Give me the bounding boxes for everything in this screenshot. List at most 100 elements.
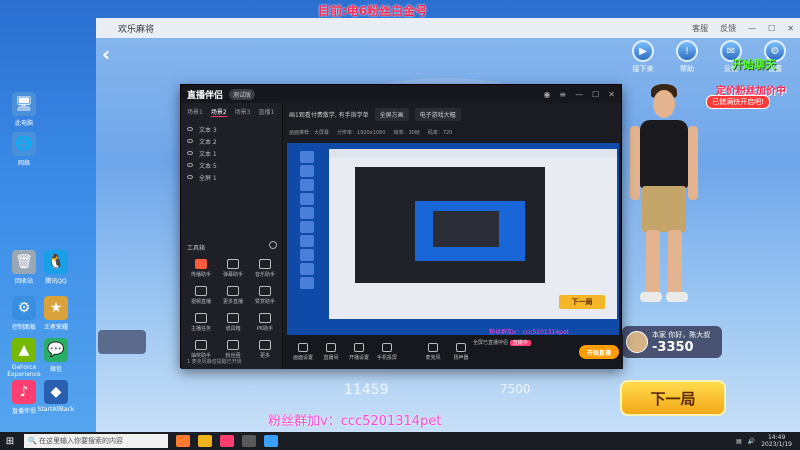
minimize-icon[interactable]: — (748, 24, 756, 33)
minimize-icon[interactable]: — (575, 90, 583, 99)
speaker-button[interactable]: 扬声器 (447, 343, 475, 361)
score-left: 11459 (344, 382, 389, 398)
taskbar-app-folder[interactable] (198, 435, 212, 447)
maximize-icon[interactable]: ☐ (768, 24, 775, 33)
toolbox-title: 工具箱 (187, 245, 206, 252)
desktop-icon-game[interactable]: ★ 王者荣耀 (36, 296, 76, 331)
settings-icon (354, 343, 364, 352)
taskbar-app-live[interactable] (220, 435, 234, 447)
next-button[interactable]: ▶ 接下来 (628, 40, 658, 74)
tool-icon (195, 313, 207, 323)
network-icon: 🌐 (12, 132, 36, 156)
phone-cast-button[interactable]: 手机投屏 (373, 343, 401, 361)
feedback-link[interactable]: 反馈 (720, 23, 736, 34)
stream-status: 全屏已直播伴侣 直播中 (473, 339, 531, 346)
taskbar-app-game[interactable] (176, 435, 190, 447)
tool-item[interactable]: PK助手 (249, 313, 281, 332)
stream-sidebar: 场景1 场景2 场景3 直播1 文本 3 文本 2 文本 1 文本 5 全屏 1… (181, 103, 283, 369)
volume-tray-icon[interactable]: 🔊 (748, 438, 755, 445)
speaker-icon (456, 343, 466, 352)
desktop-icon-computer[interactable]: 🖥 此电脑 (4, 92, 44, 127)
tool-item[interactable]: 视频直播 (185, 286, 217, 305)
computer-icon: 🖥 (12, 92, 36, 116)
tool-item[interactable]: 抽奖助手 (185, 340, 217, 359)
geforce-icon: ▲ (12, 338, 36, 362)
taskbar-app-other[interactable] (242, 435, 256, 447)
tool-item[interactable]: 弹幕助手 (217, 259, 249, 278)
eye-icon[interactable] (187, 139, 193, 143)
eye-icon[interactable] (187, 151, 193, 155)
tool-icon (195, 286, 207, 296)
tool-icon (259, 286, 271, 296)
tool-icon (227, 313, 239, 323)
wechat-icon: 💬 (44, 338, 68, 362)
desktop-icon-network[interactable]: 🌐 网络 (4, 132, 44, 167)
tool-item[interactable]: 主播任务 (185, 313, 217, 332)
live-room-button[interactable]: 直播间 (317, 343, 345, 361)
clock[interactable]: 14:49 2023/1/19 (761, 434, 792, 448)
preview-desktop-icons (289, 149, 325, 291)
live-companion-icon: ♪ (12, 380, 36, 404)
taskbar-app-browser[interactable] (264, 435, 278, 447)
desktop-icon-startallback[interactable]: ◆ StartAllBack (36, 380, 76, 413)
frame-rate: 帧率：30帧 (393, 129, 420, 136)
tab-live-1[interactable]: 直播1 (258, 107, 274, 117)
tool-item[interactable]: 更多 (249, 340, 281, 359)
preview-nested-stream (355, 167, 545, 283)
maximize-icon[interactable]: ☐ (592, 90, 599, 99)
screen-icon (298, 343, 308, 352)
camera-icon (326, 343, 336, 352)
desktop-icon-wechat[interactable]: 💬 微信 (36, 338, 76, 373)
eye-icon[interactable] (187, 175, 193, 179)
phone-icon (382, 343, 392, 352)
eye-icon[interactable] (187, 127, 193, 131)
toolbox-settings-icon[interactable] (269, 241, 277, 249)
tool-item[interactable]: 更多直播 (217, 286, 249, 305)
help-button[interactable]: ! 帮助 (672, 40, 702, 74)
service-link[interactable]: 客服 (692, 23, 708, 34)
preview-next-button: 下一局 (559, 295, 605, 309)
control-panel-icon: ⚙ (12, 296, 36, 320)
next-round-button[interactable]: 下一局 (620, 380, 726, 416)
tool-item[interactable]: 传播助手 (185, 259, 217, 278)
player-score-panel: 本家 你好，陈大叔 -3350 (622, 326, 722, 358)
taskbar-search[interactable]: 🔍 在这里输入你要搜索的内容 (24, 434, 168, 448)
desktop: 目前:电6粉丝白金号 🖥 此电脑 🌐 网络 🗑 回收站 ⚙ 控制面板 ▲ GeForce … (0, 0, 800, 432)
layer-item[interactable]: 文本 5 (187, 159, 276, 171)
layer-item[interactable]: 文本 3 (187, 123, 276, 135)
layer-item[interactable]: 文本 1 (187, 147, 276, 159)
menu-icon[interactable]: ≡ (559, 90, 566, 99)
layer-item[interactable]: 文本 2 (187, 135, 276, 147)
start-button[interactable]: ⊞ (0, 432, 20, 450)
stream-bottom-bar: 画面设置 直播间 开播设置 手机投屏 麦克风 扬声器 全屏已直播伴侣 直播中 开… (283, 335, 623, 369)
tool-item[interactable]: 道具箱 (217, 313, 249, 332)
category-select[interactable]: 电子游戏大幅 (414, 107, 461, 121)
close-icon[interactable]: ✕ (608, 90, 615, 99)
left-player-panel (98, 330, 146, 354)
close-icon[interactable]: ✕ (787, 24, 794, 33)
tool-item[interactable]: 音乐助手 (249, 259, 281, 278)
promo-badge[interactable]: 已储满快开启吧! (706, 95, 770, 109)
network-tray-icon[interactable]: ▤ (736, 438, 742, 445)
eye-icon[interactable] (187, 163, 193, 167)
stream-title-text[interactable]: 画1观看付费散学, 有手指学单 (289, 110, 369, 119)
stream-main: 画1观看付费散学, 有手指学单 全屏方画 电子游戏大幅 画面推荐：大屏幕 分辨率… (283, 103, 623, 369)
bitrate: 码率：720 (427, 129, 453, 136)
layer-item[interactable]: 全屏 1 (187, 171, 276, 183)
tool-icon (227, 259, 239, 269)
start-settings-button[interactable]: 开播设置 (345, 343, 373, 361)
tab-scene-1[interactable]: 场景1 (187, 107, 203, 117)
mode-select[interactable]: 全屏方画 (374, 107, 409, 121)
microphone-button[interactable]: 麦克风 (419, 343, 447, 361)
next-icon: ▶ (632, 40, 654, 62)
tool-item[interactable]: 粉丝团 (217, 340, 249, 359)
tab-scene-2[interactable]: 场景2 (210, 107, 227, 117)
screen-settings-button[interactable]: 画面设置 (289, 343, 317, 361)
tool-item[interactable]: 赞赏助手 (249, 286, 281, 305)
back-arrow-icon[interactable]: ‹ (102, 42, 110, 66)
desktop-icon-qq[interactable]: 🐧 腾讯QQ (36, 250, 76, 285)
user-icon[interactable]: ◉ (543, 90, 550, 99)
tab-scene-3[interactable]: 场景3 (235, 107, 251, 117)
stream-preview[interactable]: 下一局 粉丝群加v：ccc5201314pet (287, 143, 619, 335)
start-live-button[interactable]: 开始直播 (579, 345, 619, 359)
